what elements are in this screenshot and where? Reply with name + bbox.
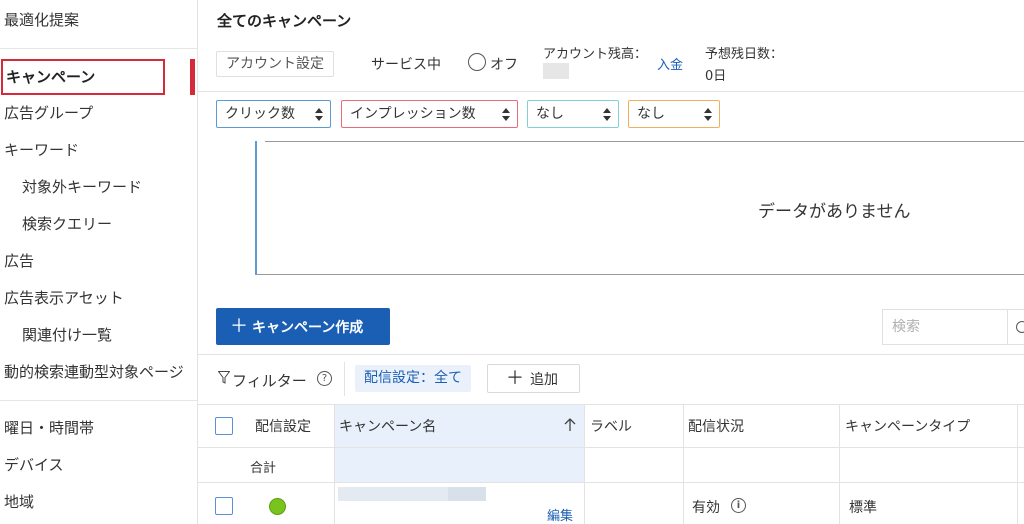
sidebar-item-region[interactable]: 地域 bbox=[4, 492, 34, 512]
filter-label[interactable]: フィルター bbox=[232, 370, 307, 391]
search-input[interactable]: 検索 bbox=[882, 309, 1008, 345]
sidebar-item-ad-assets[interactable]: 広告表示アセット bbox=[4, 288, 124, 308]
account-setting-button[interactable]: アカウント設定 bbox=[216, 51, 334, 77]
no-data-message: データがありません bbox=[758, 202, 911, 222]
create-campaign-button[interactable]: ＋キャンペーン作成 bbox=[216, 308, 390, 345]
sidebar-item-ad[interactable]: 広告 bbox=[4, 251, 34, 271]
sidebar-item-day-time[interactable]: 曜日・時間帯 bbox=[4, 418, 94, 438]
add-filter-label: 追加 bbox=[530, 372, 558, 388]
metric-select-impressions[interactable]: インプレッション数 bbox=[341, 100, 518, 128]
remaining-days-label: 予想残日数： bbox=[705, 47, 784, 62]
search-icon bbox=[1016, 321, 1024, 333]
column-divider bbox=[1017, 404, 1018, 524]
sidebar-item-device[interactable]: デバイス bbox=[4, 455, 64, 475]
metric-label: なし bbox=[536, 106, 564, 122]
metric-label: なし bbox=[637, 106, 665, 122]
chart-top-border bbox=[265, 141, 1024, 142]
create-campaign-label: キャンペーン作成 bbox=[252, 320, 364, 336]
sidebar-item-campaign[interactable]: キャンペーン bbox=[1, 59, 165, 95]
filter-chip-delivery[interactable]: 配信設定：全て bbox=[355, 365, 471, 392]
sidebar: 最適化提案 キャンペーン 広告グループ キーワード 対象外キーワード 検索クエリ… bbox=[0, 0, 198, 524]
add-filter-button[interactable]: ＋ 追加 bbox=[487, 364, 580, 393]
balance-label: アカウント残高： bbox=[543, 47, 648, 62]
plus-icon: ＋ bbox=[230, 316, 248, 337]
column-header-label[interactable]: ラベル bbox=[590, 416, 632, 436]
deposit-link[interactable]: 入金 bbox=[657, 54, 683, 73]
sidebar-item-dynamic-search-pages[interactable]: 動的検索連動型対象ページ bbox=[4, 362, 184, 382]
campaign-name-redacted bbox=[448, 487, 486, 501]
column-divider bbox=[683, 404, 684, 524]
table-border bbox=[198, 447, 1024, 448]
info-circle-icon[interactable]: i bbox=[731, 498, 746, 513]
sort-arrows-icon bbox=[704, 106, 712, 122]
campaign-type-value: 標準 bbox=[849, 500, 877, 516]
sidebar-item-keyword[interactable]: キーワード bbox=[4, 140, 79, 160]
edit-campaign-link[interactable]: 編集 bbox=[547, 505, 573, 524]
column-header-delivery-setting[interactable]: 配信設定 bbox=[255, 416, 311, 436]
filter-separator bbox=[344, 362, 345, 396]
sort-arrows-icon bbox=[603, 106, 611, 122]
select-all-checkbox[interactable] bbox=[215, 417, 233, 435]
main-content: 全てのキャンペーン アカウント設定 サービス中 オフ アカウント残高： 入金 予… bbox=[198, 0, 1024, 524]
sidebar-active-indicator bbox=[190, 59, 195, 95]
sidebar-item-ad-group[interactable]: 広告グループ bbox=[4, 103, 93, 123]
column-divider bbox=[839, 404, 840, 524]
sidebar-item-negative-keyword[interactable]: 対象外キーワード bbox=[22, 177, 142, 197]
arrow-up-icon[interactable] bbox=[564, 418, 576, 432]
campaign-name-redacted[interactable] bbox=[338, 487, 448, 501]
sidebar-divider bbox=[0, 400, 198, 401]
sort-arrows-icon bbox=[315, 106, 323, 122]
metric-select-none-1[interactable]: なし bbox=[527, 100, 619, 128]
total-row-label: 合計 bbox=[250, 461, 277, 476]
service-status: サービス中 bbox=[371, 57, 441, 73]
balance-value-redacted bbox=[543, 63, 569, 79]
sidebar-item-search-query[interactable]: 検索クエリー bbox=[22, 214, 112, 234]
metric-select-none-2[interactable]: なし bbox=[628, 100, 720, 128]
off-radio-label[interactable]: オフ bbox=[490, 54, 518, 74]
metric-select-clicks[interactable]: クリック数 bbox=[216, 100, 331, 128]
column-divider bbox=[584, 404, 585, 524]
status-active-icon[interactable] bbox=[269, 498, 286, 515]
column-header-campaign-type[interactable]: キャンペーンタイプ bbox=[845, 416, 970, 436]
header-divider bbox=[198, 91, 1024, 92]
toolbar-divider bbox=[198, 354, 1024, 355]
column-header-campaign-name[interactable]: キャンペーン名 bbox=[339, 416, 436, 436]
sort-arrows-icon bbox=[502, 106, 510, 122]
remaining-days-value: 0日 bbox=[705, 69, 727, 84]
sidebar-item-associations[interactable]: 関連付け一覧 bbox=[22, 325, 112, 345]
off-radio-icon[interactable] bbox=[468, 53, 486, 71]
sidebar-item-optimization[interactable]: 最適化提案 bbox=[4, 10, 79, 30]
sidebar-divider bbox=[0, 48, 198, 49]
metric-label: クリック数 bbox=[225, 106, 295, 122]
page-title: 全てのキャンペーン bbox=[217, 12, 352, 30]
question-circle-icon[interactable]: ? bbox=[317, 371, 332, 386]
funnel-icon[interactable] bbox=[218, 371, 230, 384]
chart-y-axis bbox=[255, 141, 257, 274]
column-header-delivery-status[interactable]: 配信状況 bbox=[688, 416, 744, 436]
plus-icon: ＋ bbox=[506, 368, 524, 389]
search-button[interactable] bbox=[1008, 309, 1024, 345]
table-border bbox=[198, 404, 1024, 405]
table-border bbox=[198, 482, 1024, 483]
row-checkbox[interactable] bbox=[215, 497, 233, 515]
delivery-status-value: 有効 bbox=[692, 500, 720, 516]
metric-label: インプレッション数 bbox=[350, 106, 476, 122]
column-divider bbox=[334, 404, 335, 524]
